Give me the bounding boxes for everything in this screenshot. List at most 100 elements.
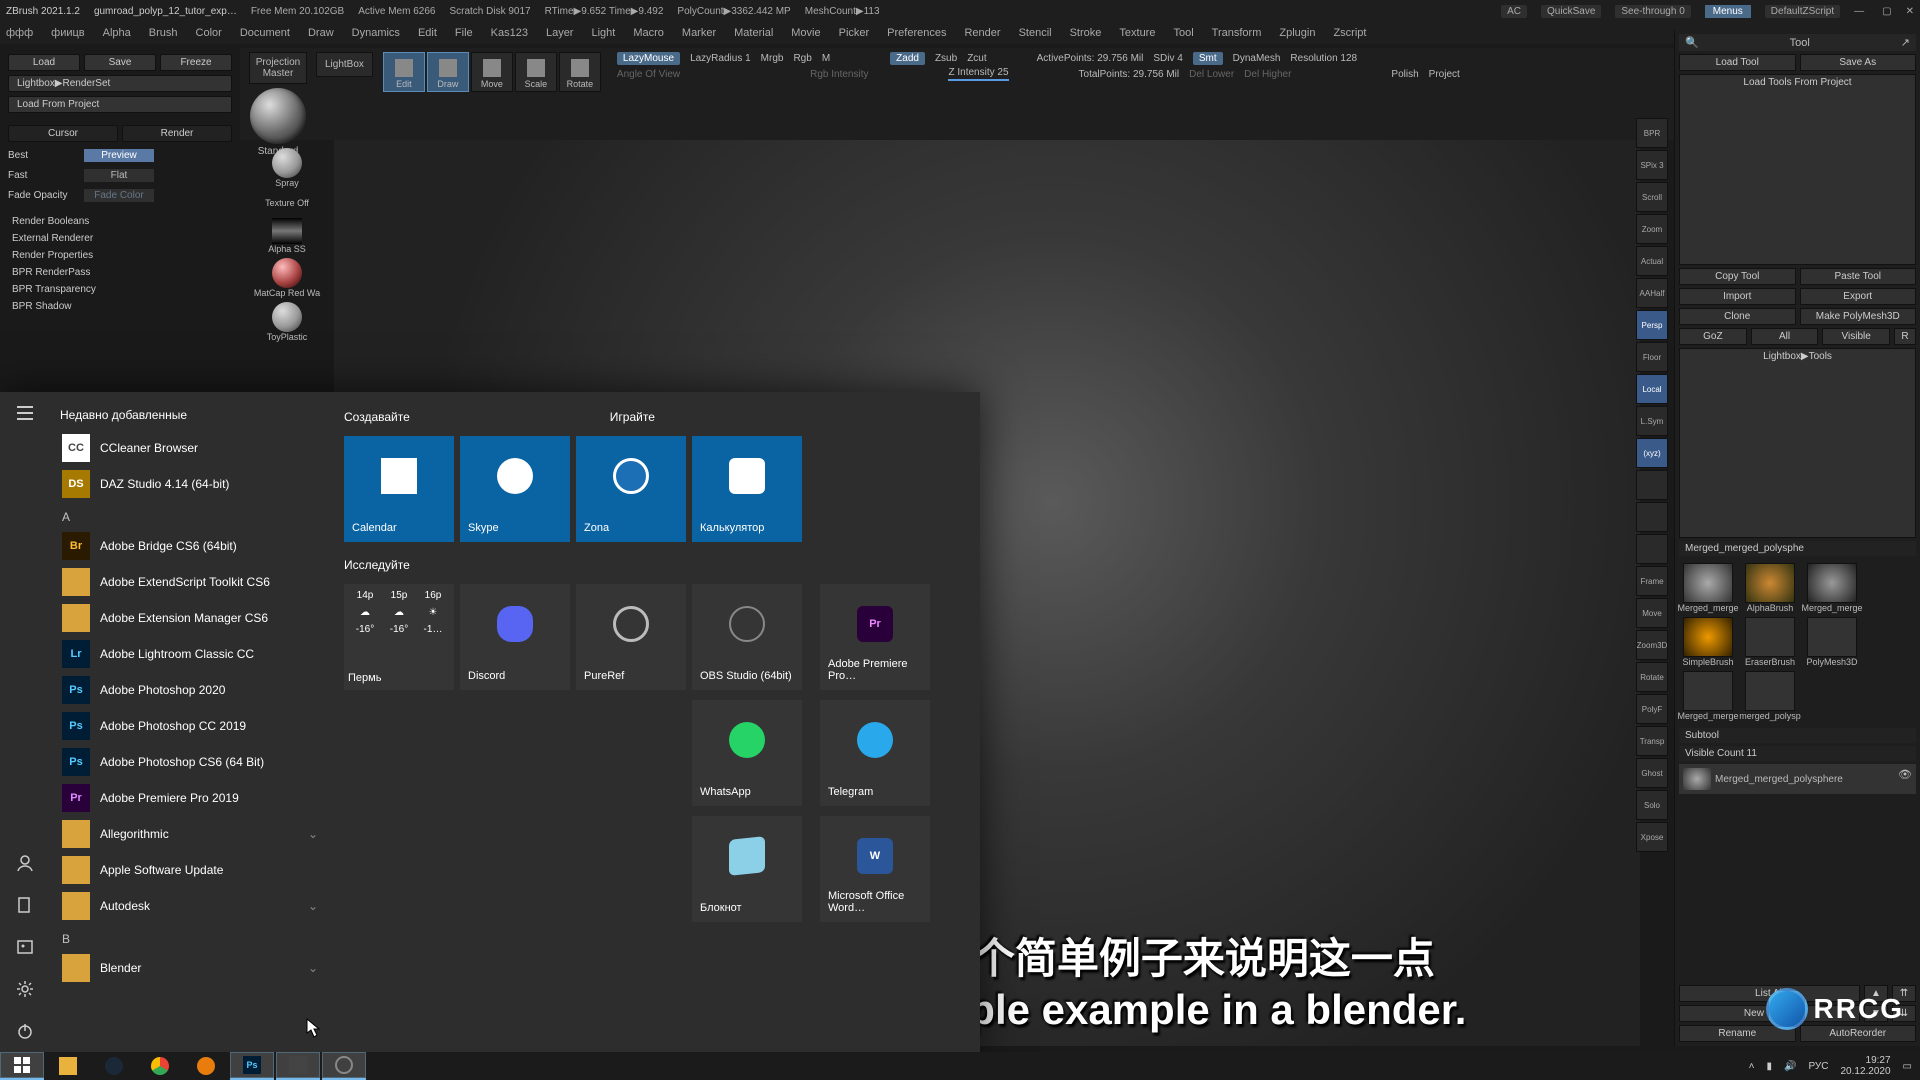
tile-obs[interactable]: OBS Studio (64bit)	[692, 584, 802, 690]
rail-lsym[interactable]: L.Sym	[1636, 406, 1668, 436]
menu-item[interactable]: Brush	[149, 27, 178, 39]
rail-blank2[interactable]	[1636, 502, 1668, 532]
tiles-group-play[interactable]: Играйте	[610, 410, 655, 424]
start-button[interactable]	[0, 1052, 44, 1080]
rail-spix[interactable]: SPix 3	[1636, 150, 1668, 180]
hamburger-icon[interactable]	[16, 404, 34, 422]
z-intensity[interactable]: Z Intensity 25	[948, 67, 1008, 81]
goz-all[interactable]: All	[1751, 328, 1819, 345]
pictures-icon[interactable]	[16, 938, 34, 956]
fade-color[interactable]: Fade Color	[84, 189, 154, 202]
menu-item[interactable]: Picker	[839, 27, 870, 39]
taskbar-explorer[interactable]	[46, 1052, 90, 1080]
menu-item[interactable]: Macro	[633, 27, 664, 39]
app-row[interactable]: CCCCleaner Browser	[58, 430, 322, 466]
preview-value[interactable]: Preview	[84, 149, 154, 162]
app-row[interactable]: PsAdobe Photoshop CC 2019	[58, 708, 322, 744]
tray-network-icon[interactable]: ▮	[1766, 1061, 1772, 1072]
tool-cell[interactable]: PolyMesh3D	[1803, 617, 1861, 667]
menu-item[interactable]: Zscript	[1333, 27, 1366, 39]
menu-item[interactable]: Alpha	[103, 27, 131, 39]
tray-lang[interactable]: РУС	[1808, 1061, 1828, 1072]
rail-blank3[interactable]	[1636, 534, 1668, 564]
tray-notification-icon[interactable]: ▭	[1903, 1061, 1912, 1072]
rail-blank1[interactable]	[1636, 470, 1668, 500]
taskbar-chrome[interactable]	[138, 1052, 182, 1080]
app-row[interactable]: PsAdobe Photoshop CS6 (64 Bit)	[58, 744, 322, 780]
lazy-radius[interactable]: LazyRadius 1	[690, 53, 751, 64]
menu-item[interactable]: Preferences	[887, 27, 946, 39]
tile-premiere[interactable]: PrAdobe Premiere Pro…	[820, 584, 930, 690]
project-toggle[interactable]: Project	[1429, 69, 1460, 80]
power-icon[interactable]	[16, 1022, 34, 1040]
sdiv-slider[interactable]: SDiv 4	[1153, 53, 1182, 64]
zsub-toggle[interactable]: Zsub	[935, 53, 957, 64]
make-polymesh3d[interactable]: Make PolyMesh3D	[1800, 308, 1917, 325]
app-row[interactable]: LrAdobe Lightroom Classic CC	[58, 636, 322, 672]
search-icon[interactable]: 🔍	[1685, 36, 1699, 49]
rail-local[interactable]: Local	[1636, 374, 1668, 404]
lightbox-button[interactable]: LightBox	[316, 52, 373, 77]
menu-item[interactable]: Stencil	[1019, 27, 1052, 39]
angle-of-view[interactable]: Angle Of View	[617, 69, 680, 80]
menu-item[interactable]: Light	[591, 27, 615, 39]
render-tab[interactable]: Render	[122, 125, 232, 142]
minimize-icon[interactable]: —	[1854, 6, 1868, 17]
rotate-mode[interactable]: Rotate	[559, 52, 601, 92]
m-toggle[interactable]: M	[822, 53, 830, 64]
lightbox-renderset[interactable]: Lightbox▶RenderSet	[8, 75, 232, 92]
lightbox-tools[interactable]: Lightbox▶Tools	[1679, 348, 1916, 539]
freeze-button[interactable]: Freeze	[160, 54, 232, 71]
rail-polyf[interactable]: PolyF	[1636, 694, 1668, 724]
app-row[interactable]: Allegorithmic⌄	[58, 816, 322, 852]
menu-item[interactable]: Movie	[791, 27, 820, 39]
render-opt[interactable]: BPR Transparency	[8, 284, 232, 295]
tile-notepad[interactable]: Блокнот	[692, 816, 802, 922]
menu-item[interactable]: Edit	[418, 27, 437, 39]
rail-zoom3d[interactable]: Zoom3D	[1636, 630, 1668, 660]
pin-icon[interactable]: ↗	[1901, 36, 1910, 49]
rail-xpose[interactable]: Xpose	[1636, 822, 1668, 852]
app-row[interactable]: Autodesk⌄	[58, 888, 322, 924]
toyplastic[interactable]: ToyPlastic	[267, 302, 308, 342]
load-button[interactable]: Load	[8, 54, 80, 71]
letter-header[interactable]: A	[62, 510, 322, 524]
tool-cell[interactable]: EraserBrush	[1741, 617, 1799, 667]
menu-item[interactable]: Color	[196, 27, 222, 39]
zcut-toggle[interactable]: Zcut	[967, 53, 986, 64]
load-tool[interactable]: Load Tool	[1679, 54, 1796, 71]
app-row[interactable]: DSDAZ Studio 4.14 (64-bit)	[58, 466, 322, 502]
tile-discord[interactable]: Discord	[460, 584, 570, 690]
rail-move[interactable]: Move	[1636, 598, 1668, 628]
settings-icon[interactable]	[16, 980, 34, 998]
menu-item[interactable]: File	[455, 27, 473, 39]
taskbar-zbrush[interactable]	[276, 1052, 320, 1080]
user-icon[interactable]	[16, 854, 34, 872]
zscript-label[interactable]: DefaultZScript	[1765, 5, 1840, 18]
close-icon[interactable]: ✕	[1906, 6, 1914, 17]
rail-zoom[interactable]: Zoom	[1636, 214, 1668, 244]
app-row[interactable]: PsAdobe Photoshop 2020	[58, 672, 322, 708]
copy-tool[interactable]: Copy Tool	[1679, 268, 1796, 285]
polish-toggle[interactable]: Polish	[1391, 69, 1418, 80]
brush-thumbnail[interactable]	[250, 88, 306, 144]
menu-item[interactable]: Tool	[1173, 27, 1193, 39]
documents-icon[interactable]	[16, 896, 34, 914]
tile-calendar[interactable]: Calendar	[344, 436, 454, 542]
tile-skype[interactable]: Skype	[460, 436, 570, 542]
menu-item[interactable]: Stroke	[1070, 27, 1102, 39]
eye-icon[interactable]: 👁	[1898, 768, 1912, 790]
rgb-toggle[interactable]: Rgb	[793, 53, 811, 64]
matcap-red[interactable]: MatCap Red Wa	[254, 258, 320, 298]
tool-cell[interactable]: SimpleBrush	[1679, 617, 1737, 667]
texture-off[interactable]: Texture Off	[265, 198, 309, 208]
export-button[interactable]: Export	[1800, 288, 1917, 305]
rail-rotate[interactable]: Rotate	[1636, 662, 1668, 692]
move-mode[interactable]: Move	[471, 52, 513, 92]
quicksave-button[interactable]: QuickSave	[1541, 5, 1601, 18]
tile-weather[interactable]: 14р☁-16° 15р☁-16° 16р☀-1… Пермь	[344, 584, 454, 690]
render-opt[interactable]: BPR RenderPass	[8, 267, 232, 278]
subtool-item-label[interactable]: Merged_merged_polysphere	[1715, 774, 1894, 785]
menu-item[interactable]: Render	[964, 27, 1000, 39]
projection-master[interactable]: Projection Master	[249, 52, 307, 84]
